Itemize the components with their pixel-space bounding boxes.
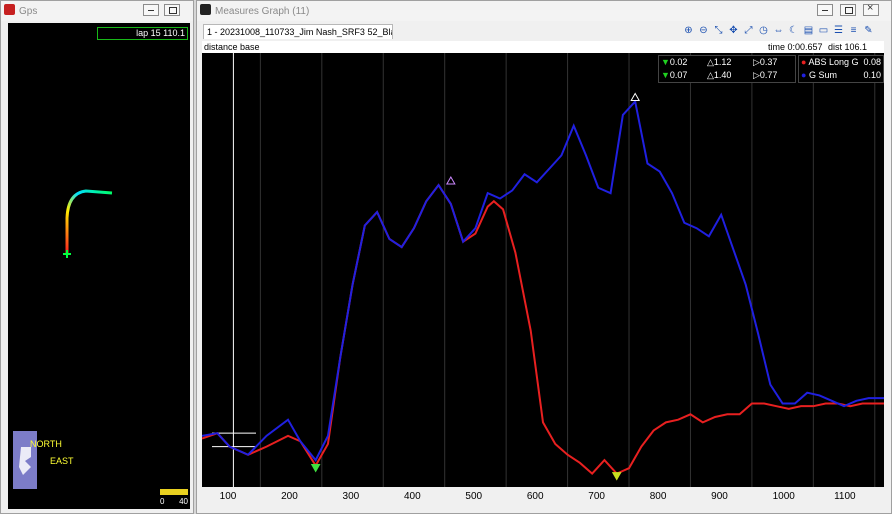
cursor-stats-panel: ▼0.02 △1.12 ▷0.37 ▼0.07 △1.40 ▷0.77 bbox=[658, 55, 796, 83]
graph-window-title: Measures Graph (11) bbox=[215, 6, 310, 17]
zoom-fit-icon[interactable]: ⤢ bbox=[742, 25, 755, 37]
overlay-icon[interactable]: ▤ bbox=[802, 25, 815, 37]
min-marker-icon bbox=[310, 464, 321, 473]
graph-app-icon bbox=[200, 4, 211, 15]
x-tick-label: 200 bbox=[281, 491, 298, 502]
x-tick-label: 700 bbox=[588, 491, 605, 502]
minimize-button[interactable] bbox=[143, 4, 159, 16]
legend-item[interactable]: ● G Sum 0.10 bbox=[801, 70, 881, 80]
chart-svg[interactable] bbox=[202, 53, 884, 487]
gps-window: Gps lap 15 110.1 NORTH EAST 0 40 bbox=[0, 0, 194, 514]
x-tick-label: 400 bbox=[403, 491, 421, 502]
graph-close-button[interactable] bbox=[863, 2, 879, 16]
max-marker-icon bbox=[445, 176, 456, 185]
clock-icon[interactable]: ◷ bbox=[757, 25, 770, 37]
layout-1-icon[interactable]: ▭ bbox=[817, 25, 830, 37]
zoom-in-icon[interactable]: ⊕ bbox=[682, 25, 695, 37]
legend-item[interactable]: ● ABS Long G 0.08 bbox=[801, 57, 881, 67]
layout-2-icon[interactable]: ☰ bbox=[832, 25, 845, 37]
gps-titlebar[interactable]: Gps bbox=[1, 1, 193, 21]
x-tick-label: 800 bbox=[649, 491, 667, 502]
session-tab[interactable]: 1 - 20231008_110733_Jim Nash_SRF3 52_Bla… bbox=[203, 24, 393, 39]
stat-min-2: 0.07 bbox=[669, 70, 688, 80]
scale-label-end: 40 bbox=[179, 497, 188, 506]
x-tick-label: 600 bbox=[526, 491, 544, 502]
layout-3-icon[interactable]: ≡ bbox=[847, 25, 860, 37]
graph-minimize-button[interactable] bbox=[817, 4, 833, 16]
gps-window-title: Gps bbox=[19, 6, 38, 17]
legend-value: 0.08 bbox=[863, 57, 881, 67]
scale-bar: 0 40 bbox=[160, 489, 188, 507]
gps-app-icon bbox=[4, 4, 15, 15]
max-marker-icon bbox=[630, 92, 641, 101]
settings-wrench-icon[interactable]: ✎ bbox=[862, 25, 875, 37]
zoom-window-icon[interactable]: ⤡ bbox=[712, 25, 725, 37]
graph-maximize-button[interactable] bbox=[840, 4, 856, 16]
legend-value: 0.10 bbox=[863, 70, 881, 80]
stat-avg-2: 0.77 bbox=[759, 70, 778, 80]
x-tick-label: 1100 bbox=[834, 491, 856, 502]
stat-max-1: 1.12 bbox=[713, 57, 732, 67]
x-tick-label: 300 bbox=[342, 491, 360, 502]
legend-swatch-icon: ● bbox=[801, 70, 807, 80]
x-tick-label: 1000 bbox=[772, 491, 795, 502]
stat-min-1: 0.02 bbox=[669, 57, 688, 67]
x-tick-label: 900 bbox=[711, 491, 728, 502]
legend-swatch-icon: ● bbox=[801, 57, 807, 67]
pan-icon[interactable]: ✥ bbox=[727, 25, 740, 37]
stat-max-2: 1.40 bbox=[713, 70, 732, 80]
x-tick-label: 100 bbox=[219, 491, 237, 502]
legend-name: G Sum bbox=[808, 70, 837, 80]
gps-map[interactable]: lap 15 110.1 NORTH EAST 0 40 bbox=[8, 23, 190, 509]
mode-label: distance base bbox=[204, 42, 260, 52]
series-line-0[interactable] bbox=[202, 183, 884, 476]
graph-titlebar[interactable]: Measures Graph (11) bbox=[197, 1, 891, 21]
time-readout: time 0:00.657 bbox=[768, 42, 823, 52]
fit-width-icon[interactable]: ⇔ bbox=[772, 25, 785, 37]
scale-label-start: 0 bbox=[160, 497, 165, 506]
x-tick-label: 500 bbox=[465, 491, 483, 502]
legend-name: ABS Long G bbox=[808, 57, 859, 67]
car-marker-icon bbox=[63, 250, 71, 258]
compass-east-label: EAST bbox=[50, 456, 74, 466]
maximize-button[interactable] bbox=[164, 4, 180, 16]
info-bar: distance base time 0:00.657 dist 106.1 [… bbox=[202, 41, 884, 64]
stat-avg-1: 0.37 bbox=[759, 57, 778, 67]
min-marker-icon bbox=[611, 472, 622, 481]
channel-legend: ● ABS Long G 0.08 ● G Sum 0.10 bbox=[798, 55, 884, 83]
moon-icon[interactable]: ☾ bbox=[787, 25, 800, 37]
x-axis: 100 200 300 400 500 600 700 800 900 1000 1100 bbox=[202, 487, 884, 509]
measures-chart[interactable]: ▼0.02 △1.12 ▷0.37 ▼0.07 △1.40 ▷0.77 ● AB… bbox=[202, 53, 884, 487]
compass-north-label: NORTH bbox=[30, 439, 62, 449]
zoom-out-icon[interactable]: ⊖ bbox=[697, 25, 710, 37]
